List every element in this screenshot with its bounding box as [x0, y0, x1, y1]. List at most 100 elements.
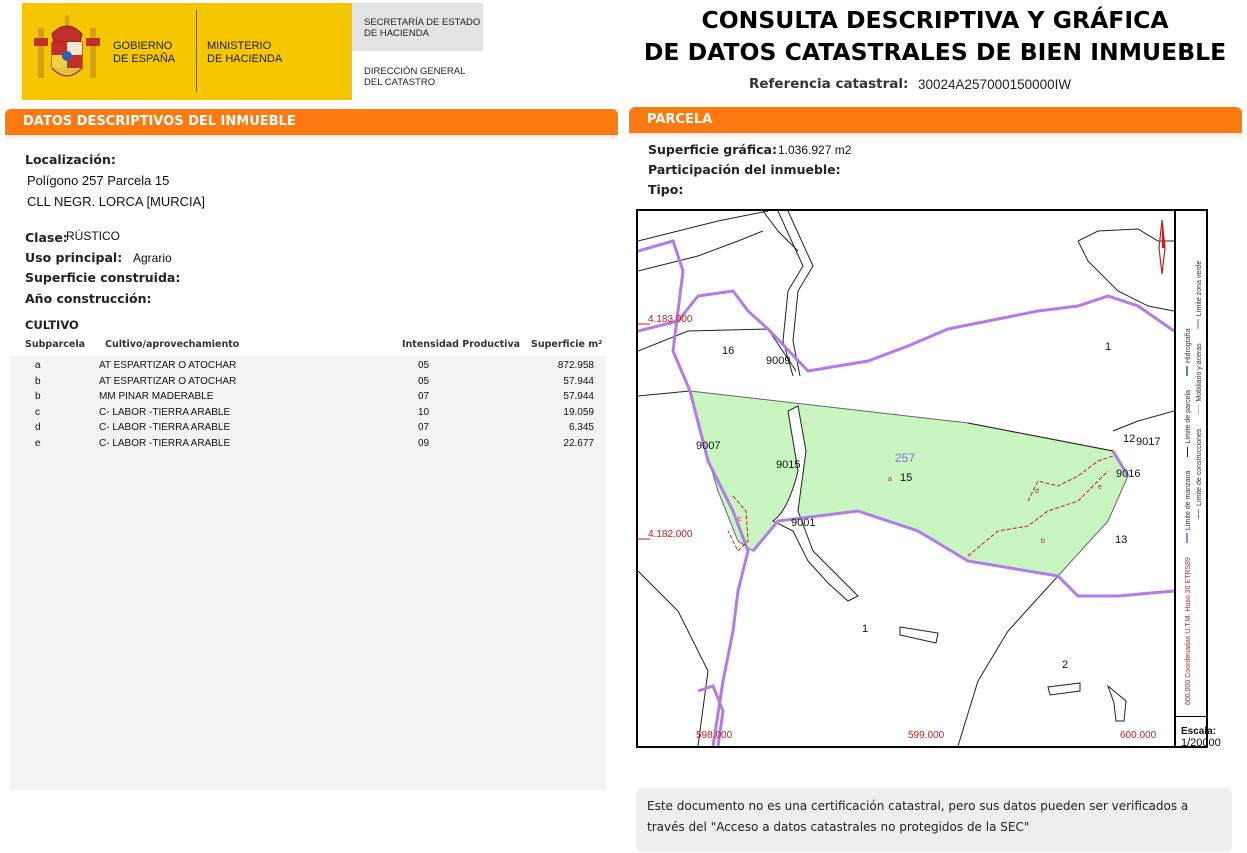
section-title-descriptivos: DATOS DESCRIPTIVOS DEL INMUEBLE: [23, 114, 296, 129]
cell-cultivo: MM PINAR MADERABLE: [99, 391, 214, 402]
page-title-line1: CONSULTA DESCRIPTIVA Y GRÁFICA: [701, 6, 1169, 34]
table-stripe-row: [10, 666, 606, 682]
legend-hidrografia: Hidrografía: [1185, 328, 1192, 364]
cell-superficie: 22.677: [563, 437, 594, 449]
table-stripe-row: [10, 557, 606, 573]
table-stripe-row: [10, 464, 606, 480]
north-arrow-icon: [1151, 218, 1173, 278]
legend-limite-construcciones: Límite de construcciones: [1196, 428, 1203, 506]
legend-divider: [1176, 716, 1206, 717]
legend-swatch-zona-verde: [1197, 319, 1199, 330]
cell-subparcela: b: [35, 391, 41, 402]
cultivo-table-body: a AT ESPARTIZAR O ATOCHAR 05 872.958 b A…: [0, 358, 620, 458]
table-stripe-row: [10, 604, 606, 620]
page-title-line2: DE DATOS CATASTRALES DE BIEN INMUEBLE: [643, 38, 1227, 66]
section-title-parcela: PARCELA: [647, 112, 713, 127]
map-label-parcel-15: 15: [900, 472, 913, 484]
cell-subparcela: b: [35, 375, 41, 387]
table-stripe-row: [10, 526, 606, 542]
gov-line1: GOBIERNO: [113, 40, 173, 52]
cell-superficie: 6.345: [568, 422, 594, 433]
map-label-9001: 9001: [791, 517, 816, 529]
cell-intensidad: 09: [418, 437, 430, 449]
cadastral-map[interactable]: 4.183.000 4.182.000 598.000 599.000 600.…: [636, 209, 1176, 748]
direccion-text: DIRECCIÓN GENERAL DEL CATASTRO: [364, 66, 466, 88]
localizacion-label: Localización:: [25, 152, 116, 167]
uso-value: Agrario: [133, 251, 172, 265]
legend-swatch-mobiliario: [1198, 404, 1199, 415]
table-stripe-row: [10, 759, 606, 775]
cell-superficie: 57.944: [563, 375, 594, 387]
cultivo-title: CULTIVO: [25, 318, 79, 332]
clase-value: RÚSTICO: [66, 229, 120, 243]
localizacion-line1: Polígono 257 Parcela 15: [27, 173, 170, 188]
cell-cultivo: C- LABOR -TIERRA ARABLE: [99, 437, 231, 449]
coord-x-1: 598.000: [696, 730, 733, 741]
map-sub-c: c: [738, 516, 742, 523]
table-stripe-row: [10, 511, 606, 527]
cell-superficie: 872.958: [557, 360, 594, 371]
scale-value: 1/20000: [1181, 737, 1221, 749]
superficie-grafica-label: Superficie gráfica:: [648, 142, 777, 157]
map-sub-b: b: [1041, 538, 1045, 545]
section-bar-descriptivos: DATOS DESCRIPTIVOS DEL INMUEBLE: [5, 109, 618, 135]
legend-limite-parcela: Límite de parcela: [1185, 389, 1192, 444]
ref-label: Referencia catastral:: [749, 76, 909, 92]
cell-subparcela: a: [35, 360, 41, 371]
legend-limite-manzana: Límite de manzana: [1185, 470, 1192, 531]
coord-x-3: 600.000: [1120, 730, 1157, 741]
legend-mobiliario: Mobiliario y aceras: [1196, 343, 1203, 402]
col-header-subparcela: Subparcela: [25, 339, 86, 350]
cell-intensidad: 07: [418, 391, 430, 402]
table-stripe-row: [10, 635, 606, 651]
cell-intensidad: 10: [418, 406, 430, 418]
table-stripe-row: [10, 697, 606, 713]
table-stripe-row: [10, 619, 606, 635]
map-label-9016: 9016: [1116, 468, 1141, 480]
map-label-12: 12: [1123, 433, 1136, 445]
uso-label: Uso principal:: [25, 250, 123, 265]
cell-superficie: 57.944: [563, 391, 594, 402]
participacion-label: Participación del inmueble:: [648, 162, 841, 177]
map-label-16: 16: [722, 345, 735, 357]
map-label-9015: 9015: [776, 459, 801, 471]
map-label-9007: 9007: [696, 440, 721, 452]
section-bar-parcela: PARCELA: [629, 107, 1242, 133]
legend-swatch-parcela: [1187, 446, 1188, 457]
map-label-1-north: 1: [1105, 341, 1112, 353]
coord-y-2: 4.182.000: [648, 529, 693, 540]
anio-construccion-label: Año construcción:: [25, 291, 152, 306]
col-header-cultivo: Cultivo/aprovechamiento: [105, 339, 240, 350]
legend-swatch-construcciones: [1198, 509, 1199, 519]
legend-swatch-manzana: [1186, 533, 1188, 544]
table-stripe-row: [10, 650, 606, 666]
coord-x-2: 599.000: [908, 730, 945, 741]
cell-superficie: 19.059: [563, 406, 594, 418]
superficie-construida-label: Superficie construida:: [25, 270, 181, 285]
ministry-line1: MINISTERIO: [207, 40, 272, 52]
table-stripe-row: [10, 588, 606, 604]
ref-value: 30024A257000150000IW: [918, 77, 1072, 92]
map-label-polygon-257: 257: [895, 451, 916, 465]
table-stripe-row: [10, 542, 606, 558]
map-sub-e: e: [1098, 484, 1102, 491]
cell-intensidad: 05: [418, 375, 430, 387]
cell-cultivo: AT ESPARTIZAR O ATOCHAR: [99, 360, 237, 371]
map-sub-a: a: [888, 476, 892, 483]
section-shadow: [5, 135, 618, 141]
tipo-label: Tipo:: [648, 182, 684, 197]
table-stripe-row: [10, 774, 606, 790]
map-label-9009: 9009: [766, 355, 791, 367]
ministry-line2: DE HACIENDA: [207, 53, 283, 65]
legend-coords-text: 600.000 Coordenadas U.T.M. Huso 30 ETRS8…: [1185, 557, 1192, 705]
table-stripe-row: [10, 728, 606, 744]
legend-swatch-hidrografia: [1186, 366, 1188, 377]
cell-intensidad: 05: [418, 360, 430, 371]
table-stripe-row: [10, 681, 606, 697]
disclaimer-text: Este documento no es una certificación c…: [647, 799, 1189, 834]
map-label-13: 13: [1115, 534, 1128, 546]
cell-cultivo: AT ESPARTIZAR O ATOCHAR: [99, 375, 237, 387]
localizacion-line2: CLL NEGR. LORCA [MURCIA]: [27, 194, 205, 209]
section-shadow: [629, 133, 1242, 139]
map-label-2: 2: [1062, 659, 1069, 671]
